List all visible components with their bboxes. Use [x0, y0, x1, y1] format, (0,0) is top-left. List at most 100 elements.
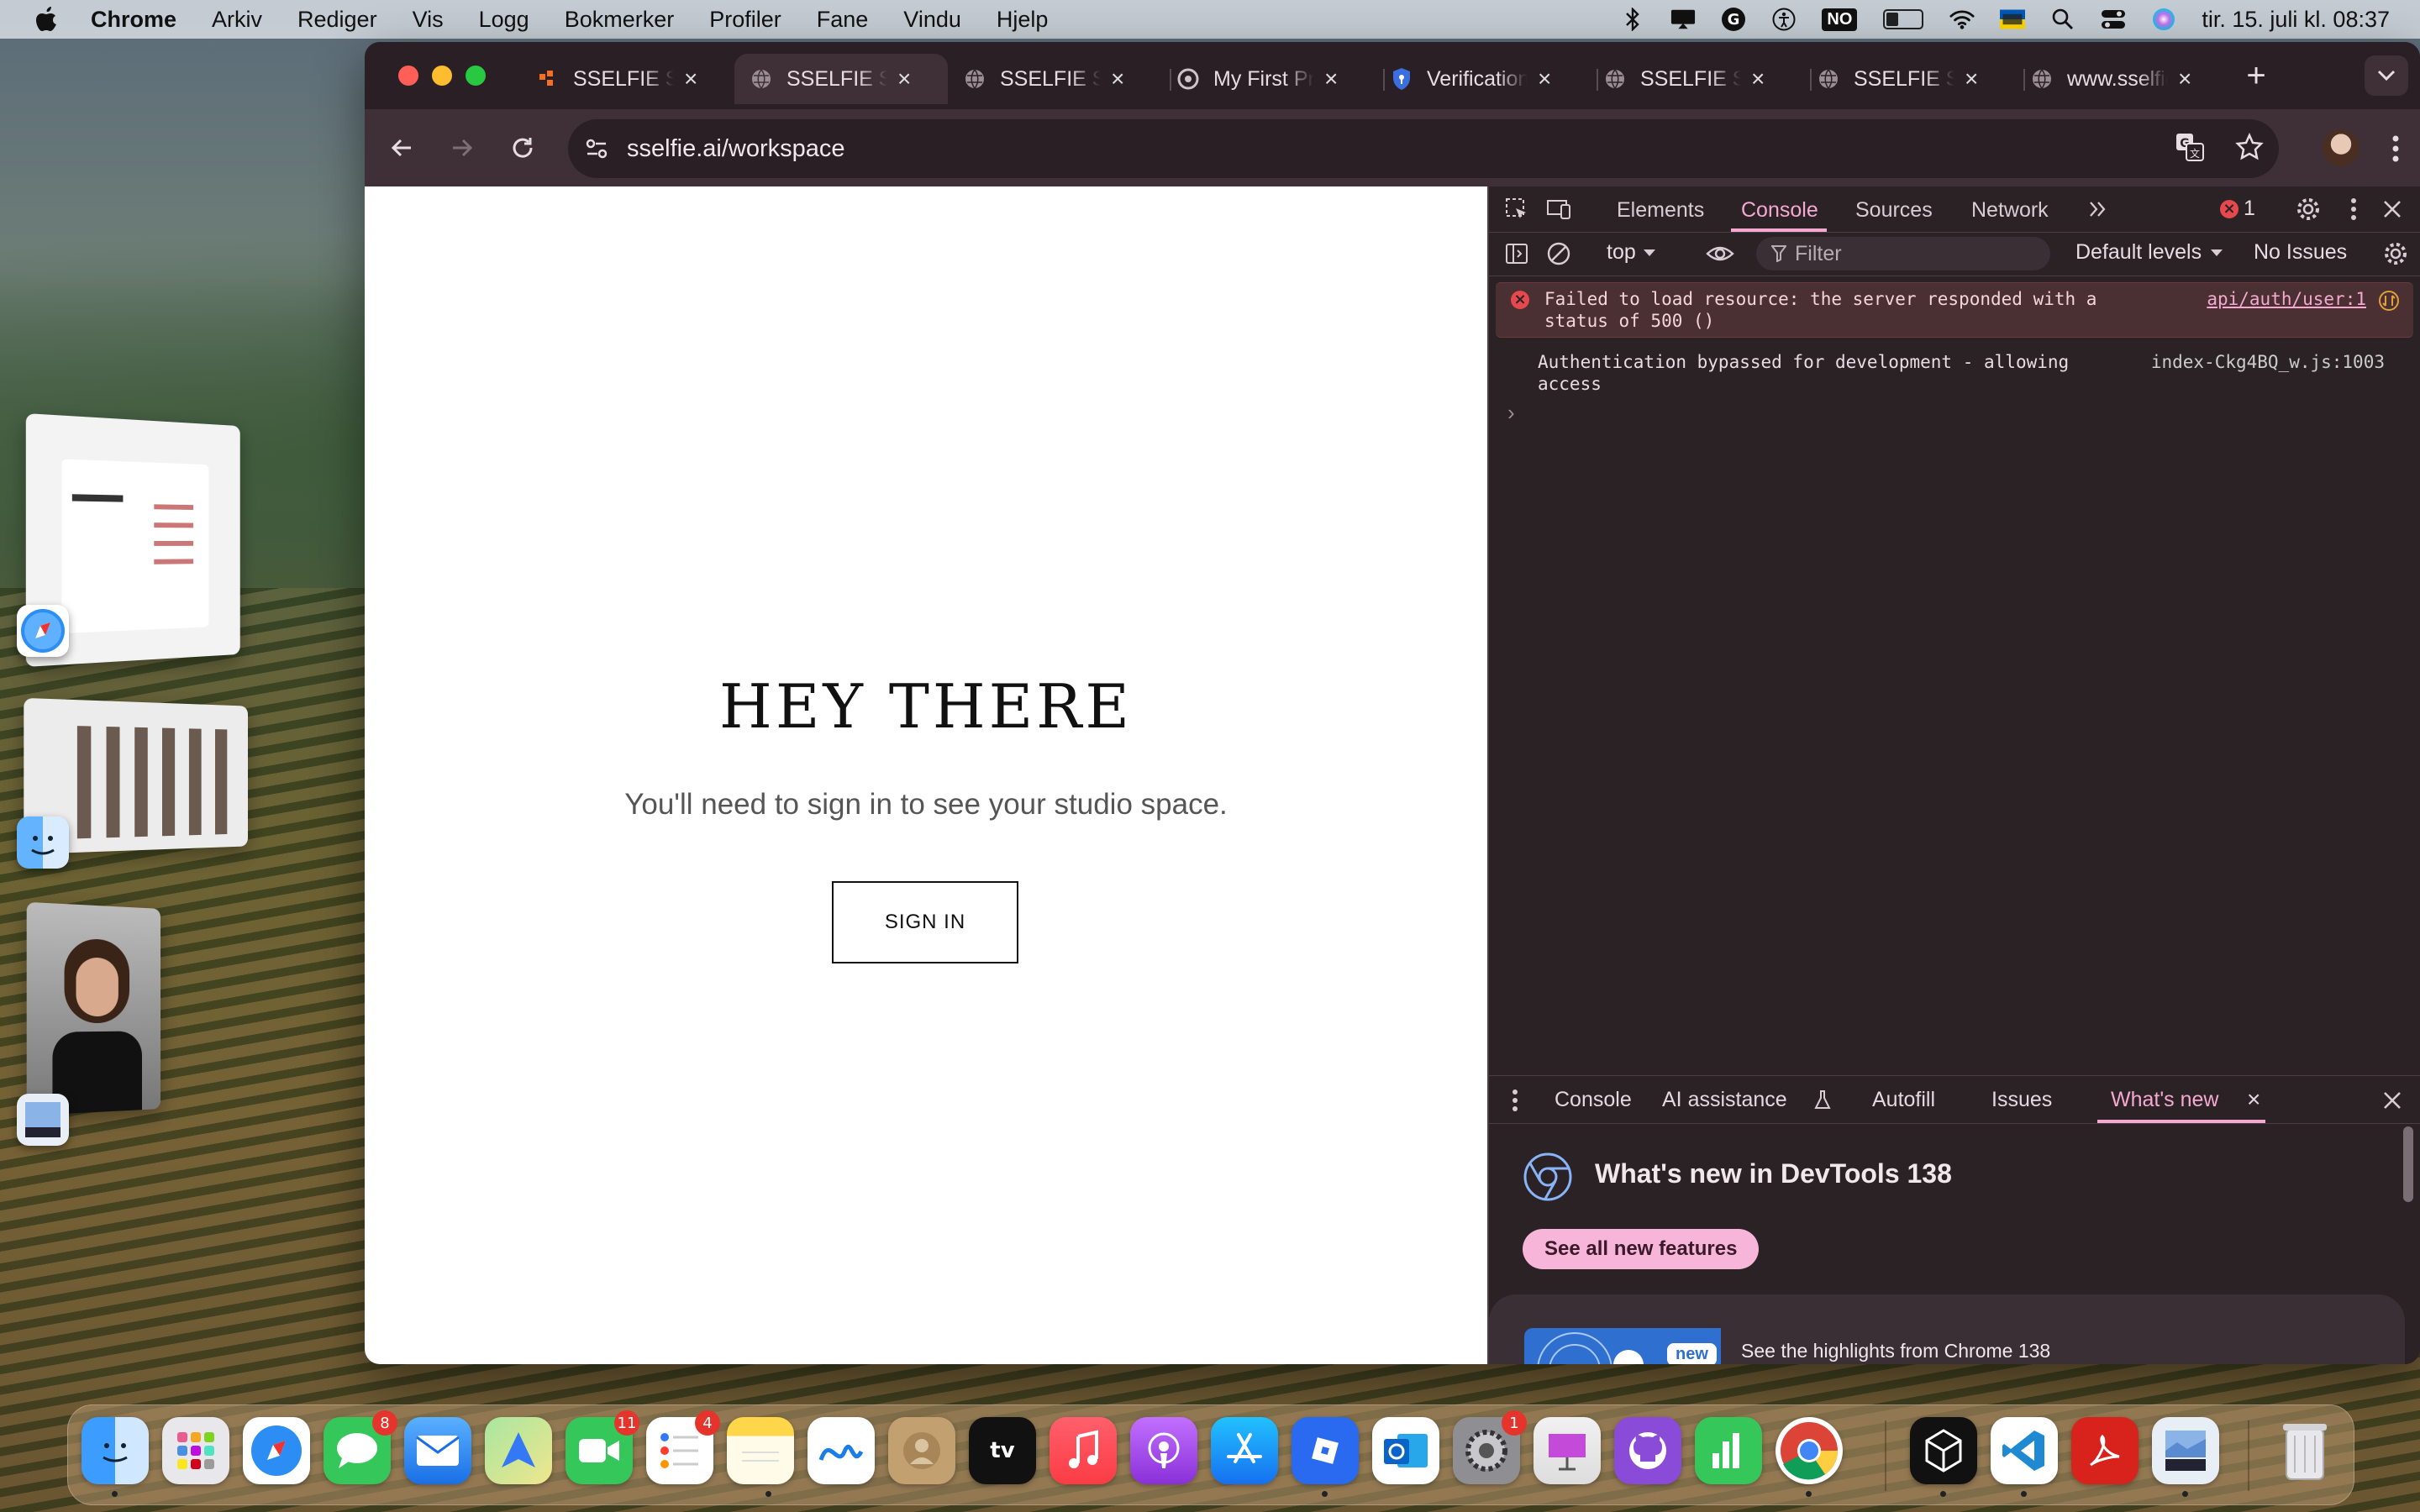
devtools-tab-elements[interactable]: Elements — [1617, 198, 1704, 223]
dock-app-store-icon[interactable] — [1211, 1417, 1278, 1484]
devtools-tab-network[interactable]: Network — [1971, 198, 2049, 223]
dock-maps-icon[interactable] — [485, 1417, 552, 1484]
drawer-tab-issues[interactable]: Issues — [1991, 1088, 2052, 1112]
siri-icon[interactable] — [2151, 7, 2176, 32]
device-toolbar-icon[interactable] — [1544, 195, 1573, 223]
sign-in-button[interactable]: SIGN IN — [832, 881, 1018, 963]
display-mirror-icon[interactable] — [1670, 7, 1696, 32]
address-bar[interactable]: sselfie.ai/workspace G文 — [568, 119, 2279, 178]
dock-finder-icon[interactable] — [82, 1417, 149, 1484]
close-tab-icon[interactable]: × — [2247, 1086, 2260, 1113]
back-button[interactable] — [381, 128, 422, 168]
close-drawer-icon[interactable] — [2378, 1086, 2407, 1115]
close-devtools-icon[interactable] — [2378, 195, 2407, 223]
zoom-window-button[interactable] — [466, 66, 486, 86]
devtools-tab-sources[interactable]: Sources — [1855, 198, 1933, 223]
tab-close-icon[interactable]: × — [2178, 66, 2191, 92]
spotlight-search-icon[interactable] — [2050, 7, 2075, 32]
menu-vis[interactable]: Vis — [413, 7, 444, 33]
stage-window-photo[interactable] — [27, 902, 160, 1116]
dock-numbers-icon[interactable] — [1695, 1417, 1762, 1484]
inspect-element-icon[interactable] — [1502, 195, 1531, 223]
clear-console-icon[interactable] — [1544, 239, 1573, 268]
settings-gear-icon[interactable] — [2294, 195, 2323, 223]
message-source-link[interactable]: index-Ckg4BQ_w.js:1003 — [2151, 351, 2385, 373]
console-prompt-chevron-icon[interactable]: › — [1507, 400, 1515, 426]
url-text[interactable]: sselfie.ai/workspace — [627, 135, 845, 163]
profile-avatar[interactable] — [2323, 129, 2360, 166]
bookmark-star-icon[interactable] — [2235, 133, 2264, 165]
dock-system-settings-icon[interactable]: 1 — [1453, 1417, 1520, 1484]
tab-close-icon[interactable]: × — [897, 66, 911, 92]
dock-music-icon[interactable] — [1050, 1417, 1117, 1484]
live-expression-eye-icon[interactable] — [1706, 239, 1734, 268]
tab-search-button[interactable] — [2365, 55, 2408, 96]
ukraine-flag-icon[interactable] — [2000, 7, 2025, 32]
apple-menu-icon[interactable] — [35, 7, 59, 32]
issues-count[interactable]: No Issues — [2254, 240, 2347, 265]
drawer-tab-console[interactable]: Console — [1555, 1088, 1632, 1112]
dock-facetime-icon[interactable]: 11 — [566, 1417, 633, 1484]
dock-reminders-icon[interactable]: 4 — [646, 1417, 713, 1484]
new-tab-button[interactable]: + — [2235, 57, 2277, 95]
drawer-menu-icon[interactable] — [1501, 1086, 1529, 1115]
tab-sselfie-active[interactable]: SSELFIE Studio × — [734, 54, 948, 104]
translate-icon[interactable]: G文 — [2175, 132, 2205, 166]
more-tabs-chevron-icon[interactable] — [2084, 195, 2112, 223]
tab-sselfie-www[interactable]: www.sselfie.ai × — [2015, 54, 2228, 104]
reload-button[interactable] — [502, 128, 543, 168]
tab-github-project[interactable]: My First Project × — [1161, 54, 1375, 104]
menubar-clock[interactable]: tir. 15. juli kl. 08:37 — [2202, 7, 2390, 33]
message-source-link[interactable]: api/auth/user:1 — [2207, 288, 2366, 310]
tab-close-icon[interactable]: × — [1965, 66, 1978, 92]
close-window-button[interactable] — [398, 66, 418, 86]
menu-vindu[interactable]: Vindu — [903, 7, 961, 33]
dock-outlook-icon[interactable] — [1372, 1417, 1439, 1484]
dock-keynote-icon[interactable] — [1534, 1417, 1601, 1484]
dock-trash-icon[interactable] — [2271, 1417, 2338, 1484]
control-center-icon[interactable] — [2101, 7, 2126, 32]
console-error-message[interactable]: × Failed to load resource: the server re… — [1496, 282, 2413, 338]
dock-github-desktop-icon[interactable] — [1614, 1417, 1681, 1484]
dock-notes-icon[interactable] — [727, 1417, 794, 1484]
site-info-icon[interactable] — [580, 132, 613, 165]
drawer-tab-ai-assistance[interactable]: AI assistance — [1662, 1088, 1787, 1112]
dock-apple-tv-icon[interactable]: tv — [969, 1417, 1036, 1484]
minimize-window-button[interactable] — [432, 66, 452, 86]
tab-close-icon[interactable]: × — [1751, 66, 1765, 92]
accessibility-icon[interactable] — [1771, 7, 1797, 32]
log-levels-dropdown[interactable]: Default levels — [2075, 240, 2223, 265]
console-settings-gear-icon[interactable] — [2381, 239, 2410, 268]
tab-sselfie-1[interactable]: SSELFIE Studio × — [521, 54, 731, 104]
finder-app-icon[interactable] — [17, 816, 69, 869]
dock-mail-icon[interactable] — [404, 1417, 471, 1484]
drawer-tab-whats-new[interactable]: What's new — [2111, 1088, 2218, 1112]
dock-launchpad-icon[interactable] — [162, 1417, 229, 1484]
menu-rediger[interactable]: Rediger — [297, 7, 377, 33]
menu-hjelp[interactable]: Hjelp — [997, 7, 1049, 33]
input-source-badge[interactable]: NO — [1822, 8, 1857, 31]
drawer-tab-autofill[interactable]: Autofill — [1872, 1088, 1935, 1112]
devtools-menu-icon[interactable] — [2339, 195, 2368, 223]
devtools-tab-console[interactable]: Console — [1741, 198, 1818, 223]
sidebar-toggle-icon[interactable] — [1502, 239, 1531, 268]
dock-contacts-icon[interactable] — [888, 1417, 955, 1484]
dock-freeform-icon[interactable] — [808, 1417, 875, 1484]
chrome-menu-icon[interactable] — [2391, 134, 2400, 167]
app-menu-chrome[interactable]: Chrome — [91, 7, 176, 33]
tab-sselfie-3[interactable]: SSELFIE Studio × — [948, 54, 1161, 104]
menu-bokmerker[interactable]: Bokmerker — [565, 7, 675, 33]
error-counter[interactable]: × 1 — [2220, 197, 2255, 221]
tab-close-icon[interactable]: × — [1538, 66, 1551, 92]
dock-acrobat-icon[interactable] — [2071, 1417, 2139, 1484]
preview-app-icon[interactable] — [17, 1094, 69, 1146]
menu-logg[interactable]: Logg — [479, 7, 529, 33]
dock-unity-icon[interactable] — [1910, 1417, 1977, 1484]
menu-profiler[interactable]: Profiler — [709, 7, 781, 33]
wifi-icon[interactable] — [1949, 7, 1975, 32]
tab-close-icon[interactable]: × — [1324, 66, 1338, 92]
network-request-icon[interactable] — [2378, 290, 2400, 317]
drawer-scrollbar[interactable] — [2403, 1126, 2413, 1202]
context-selector[interactable]: top — [1607, 240, 1656, 265]
dock-podcasts-icon[interactable] — [1130, 1417, 1197, 1484]
